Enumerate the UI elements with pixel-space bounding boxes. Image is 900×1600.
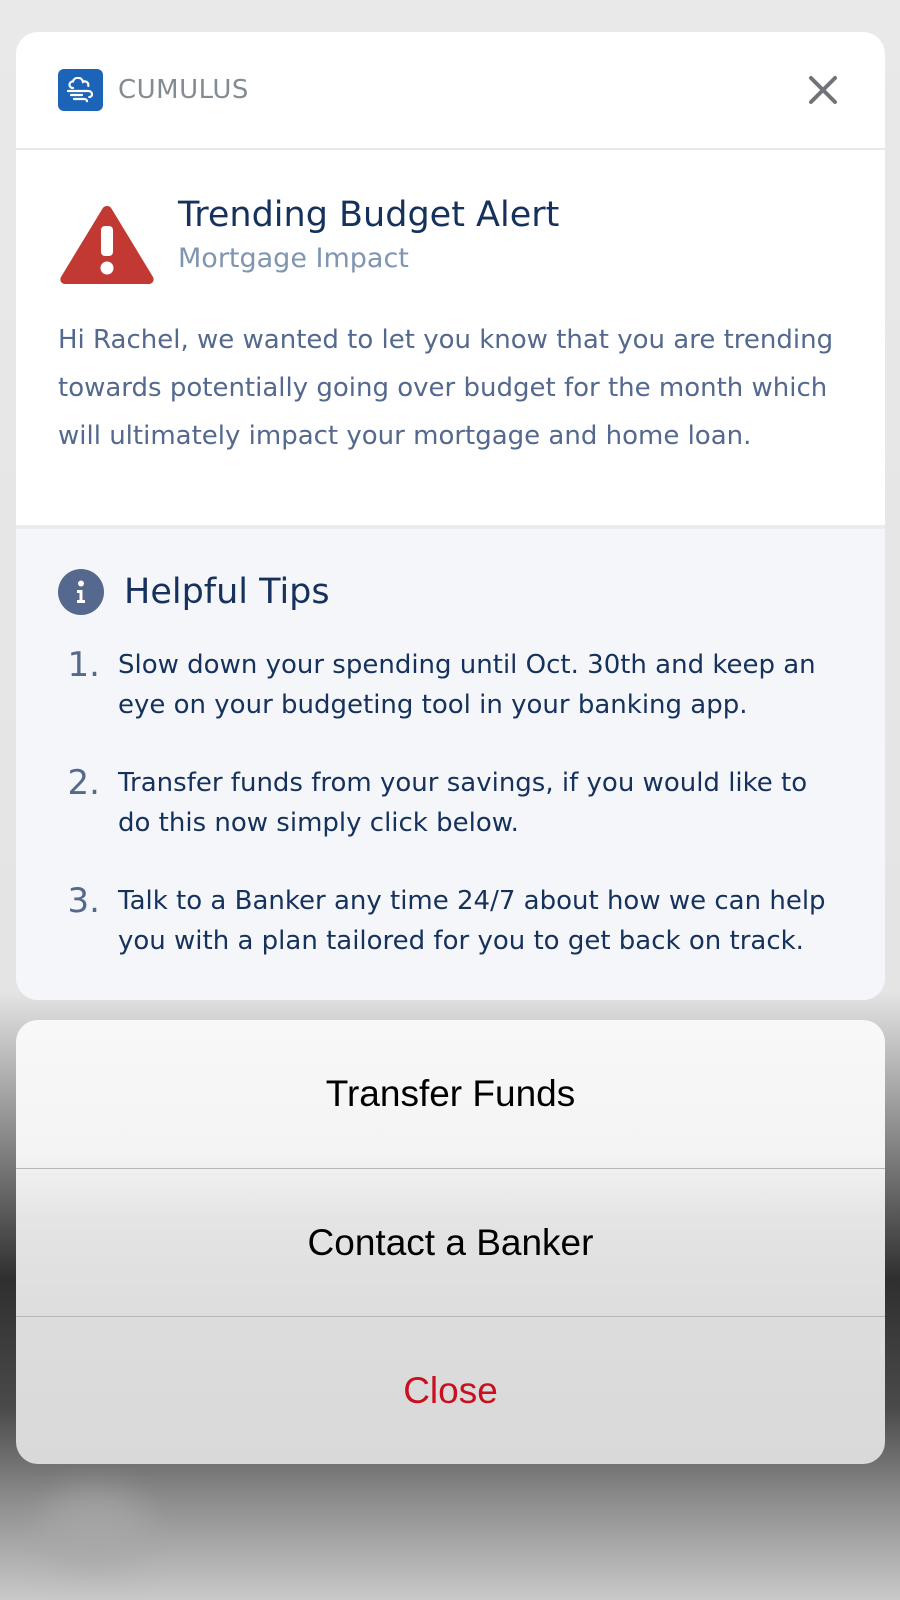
- action-sheet: Transfer Funds Contact a Banker Close: [16, 1020, 885, 1464]
- tips-list: 1. Slow down your spending until Oct. 30…: [58, 645, 843, 961]
- notification-card: CUMULUS Trending Budget Alert Mortgage I…: [16, 32, 885, 1000]
- alert-section: Trending Budget Alert Mortgage Impact Hi…: [16, 150, 885, 490]
- warning-icon: [60, 206, 154, 284]
- tip-text: Slow down your spending until Oct. 30th …: [118, 650, 816, 720]
- close-icon[interactable]: [803, 70, 843, 110]
- tip-text: Talk to a Banker any time 24/7 about how…: [118, 886, 826, 956]
- tip-number: 3.: [67, 881, 100, 921]
- helpful-tips-section: Helpful Tips 1. Slow down your spending …: [16, 525, 885, 1000]
- alert-title: Trending Budget Alert: [178, 195, 560, 235]
- alert-titles: Trending Budget Alert Mortgage Impact: [178, 192, 559, 278]
- tips-title: Helpful Tips: [124, 572, 330, 612]
- alert-message: Hi Rachel, we wanted to let you know tha…: [58, 325, 834, 451]
- tip-item: 2. Transfer funds from your savings, if …: [58, 763, 843, 843]
- tip-item: 3. Talk to a Banker any time 24/7 about …: [58, 881, 843, 961]
- alert-subtitle: Mortgage Impact: [178, 243, 409, 274]
- contact-banker-button[interactable]: Contact a Banker: [16, 1168, 885, 1316]
- tip-item: 1. Slow down your spending until Oct. 30…: [58, 645, 843, 725]
- transfer-funds-button[interactable]: Transfer Funds: [16, 1020, 885, 1168]
- close-button[interactable]: Close: [16, 1316, 885, 1464]
- background-blur: [40, 1490, 150, 1570]
- tip-number: 2.: [67, 763, 100, 803]
- tips-header: Helpful Tips: [58, 569, 843, 615]
- card-header: CUMULUS: [16, 32, 885, 150]
- cloud-wind-icon: [58, 69, 103, 111]
- tip-number: 1.: [67, 645, 100, 685]
- tip-text: Transfer funds from your savings, if you…: [118, 768, 808, 838]
- app-name: CUMULUS: [118, 75, 249, 105]
- info-icon: [58, 569, 104, 615]
- alert-heading: Trending Budget Alert Mortgage Impact: [58, 192, 843, 286]
